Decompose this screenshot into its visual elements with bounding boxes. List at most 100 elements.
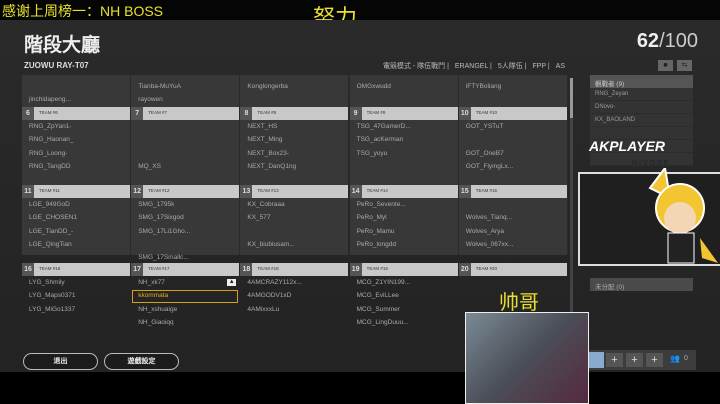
player-slot[interactable]: GOT_OneB7: [466, 150, 504, 157]
team-name: TEAM #19: [366, 266, 388, 271]
player-slot[interactable]: Konglongerba: [247, 83, 287, 90]
player-slot[interactable]: PeRo_Myl: [357, 214, 387, 221]
player-slot[interactable]: GOT_YSTuT: [466, 123, 504, 130]
add-friend-button[interactable]: +: [606, 353, 623, 367]
player-slot[interactable]: LGE_949GoD: [29, 201, 70, 208]
team-header: 16 TEAM #16: [22, 263, 130, 276]
player-slot[interactable]: RNG_Haonan_: [29, 136, 73, 143]
player-slot[interactable]: Wolves_067xx...: [466, 241, 514, 248]
player-slot[interactable]: jinchidapeng...: [29, 96, 71, 103]
team-name: TEAM #12: [148, 188, 170, 193]
add-friend-button[interactable]: +: [626, 353, 643, 367]
player-slot[interactable]: LGE_CHOSEN1: [29, 214, 77, 221]
player-slot[interactable]: LYG_Maps0371: [29, 292, 76, 299]
player-slot[interactable]: PeRo_Sevente...: [357, 201, 406, 208]
team-name: TEAM #13: [257, 188, 279, 193]
team-number: 19: [349, 263, 362, 276]
player-slot[interactable]: NEXT_Ming: [247, 136, 282, 143]
player-slot[interactable]: rayowen: [138, 96, 163, 103]
player-slot[interactable]: PeRo_Mamu: [357, 228, 395, 235]
player-slot[interactable]: NEXT_Box23-: [247, 150, 289, 157]
team-header: 20 TEAM #20: [458, 263, 567, 276]
team-name: TEAM #7: [148, 110, 167, 115]
player-slot[interactable]: RNG_Loong-: [29, 150, 67, 157]
room-name: ZUOWU RAY-T07: [24, 61, 89, 70]
team-number: 8: [240, 107, 253, 120]
player-slot[interactable]: PeRo_longdd: [357, 241, 396, 248]
team-number: 20: [458, 263, 471, 276]
player-slot[interactable]: SMG_1795k: [138, 201, 174, 208]
avatar: [588, 352, 604, 368]
team-name: TEAM #11: [39, 188, 60, 193]
player-slot[interactable]: MCG_Summer: [357, 306, 400, 313]
add-friend-button[interactable]: +: [646, 353, 663, 367]
team-name: TEAM #20: [475, 266, 498, 271]
selected-slot[interactable]: [132, 290, 239, 304]
team-number: 13: [240, 185, 253, 198]
player-slot[interactable]: Wolves_Tianq...: [466, 214, 512, 221]
player-slot[interactable]: 4AMCRAZY112x...: [247, 279, 301, 286]
spectator-item[interactable]: DNovo-: [590, 101, 693, 114]
team-name: TEAM #14: [366, 188, 388, 193]
spectator-item[interactable]: RNG_Zeyan: [590, 88, 693, 101]
perspective-label: FPP: [532, 63, 546, 70]
player-slot[interactable]: NEXT_HS: [247, 123, 277, 130]
player-slot[interactable]: SMG_17Li1Gho...: [138, 228, 190, 235]
player-slot[interactable]: 4AMGODV1xD: [247, 292, 291, 299]
lock-icon[interactable]: ■: [658, 60, 673, 71]
player-slot[interactable]: MQ_XS: [138, 163, 161, 170]
spectator-header[interactable]: 觀戰者 (9): [590, 75, 693, 88]
player-slot[interactable]: KX_577: [247, 214, 270, 221]
player-slot[interactable]: MCG_EviLLee: [357, 292, 399, 299]
spectator-item[interactable]: KX_BAOLAND: [590, 114, 693, 127]
team-header: 15 TEAM #15: [458, 185, 567, 198]
exit-button[interactable]: 退出: [23, 353, 98, 370]
player-slot[interactable]: KX_biubiusam...: [247, 241, 294, 248]
player-slot[interactable]: NH_Giaoiqq: [138, 319, 173, 326]
nivose-logo: NIVOSE: [632, 160, 671, 167]
team-number: 12: [131, 185, 144, 198]
player-slot[interactable]: RNG_TangDD: [29, 163, 71, 170]
akplayer-logo: AKPLAYER: [589, 138, 665, 154]
player-slot[interactable]: LGE_QingTian: [29, 241, 72, 248]
team-header: 9 TEAM #9: [349, 107, 458, 120]
player-slot[interactable]: iFTYBoliang: [466, 83, 501, 90]
player-slot[interactable]: SMG_17Smallc...: [138, 254, 189, 261]
team-number: 14: [349, 185, 362, 198]
player-slot[interactable]: TSG_yuyu: [357, 150, 388, 157]
player-slot[interactable]: 4AMixxxLu: [247, 306, 279, 313]
swap-icon[interactable]: ⇆: [677, 60, 692, 71]
player-slot[interactable]: TSG_47GamerD...: [357, 123, 411, 130]
team-name: TEAM #8: [257, 110, 277, 115]
team-header: 14 TEAM #14: [349, 185, 458, 198]
player-slot[interactable]: Tianba-MuYuA: [138, 83, 181, 90]
count-value: 62: [636, 30, 660, 52]
player-slot[interactable]: GOT_FlyingLx...: [466, 163, 513, 170]
team-name: TEAM #15: [475, 188, 498, 193]
team-number: 7: [131, 107, 144, 120]
player-slot[interactable]: NEXT_DanQ1ng: [247, 163, 296, 170]
thanks-text: 感谢上周榜一：NH BOSS: [2, 3, 164, 19]
player-slot[interactable]: Wolves_Arya: [466, 228, 504, 235]
team-name: TEAM #9: [366, 110, 386, 115]
game-settings-button[interactable]: 遊戲設定: [104, 353, 179, 370]
player-slot[interactable]: LGE_TianDD_-: [29, 228, 73, 235]
leader-icon: ▲: [227, 279, 237, 286]
player-slot[interactable]: RNG_ZpYan1-: [29, 123, 72, 130]
player-slot[interactable]: SMG_17Sixgod: [138, 214, 184, 221]
team-header: 11 TEAM #11: [22, 185, 130, 198]
player-slot[interactable]: LYG_MiGo1337: [29, 306, 75, 313]
player-slot[interactable]: LYG_Shmily: [29, 279, 65, 286]
unassigned-header[interactable]: 未分配 (0): [590, 278, 693, 291]
team-header: 12 TEAM #12: [131, 185, 240, 198]
team-name: TEAM #16: [39, 266, 61, 271]
player-slot[interactable]: MCG_LingDuuu...: [357, 319, 409, 326]
player-slot[interactable]: KX_Cobraaa: [247, 201, 284, 208]
player-slot[interactable]: TSG_acKerman: [357, 136, 404, 143]
team-number: 15: [458, 185, 471, 198]
player-slot[interactable]: OMGxwudd: [357, 83, 391, 90]
player-slot[interactable]: MCG_Z1YIN199...: [357, 279, 410, 286]
player-slot[interactable]: NH_xk77: [138, 279, 165, 286]
player-slot[interactable]: NH_xshuaige: [138, 306, 177, 313]
team-header: 6 TEAM #6: [22, 107, 130, 120]
